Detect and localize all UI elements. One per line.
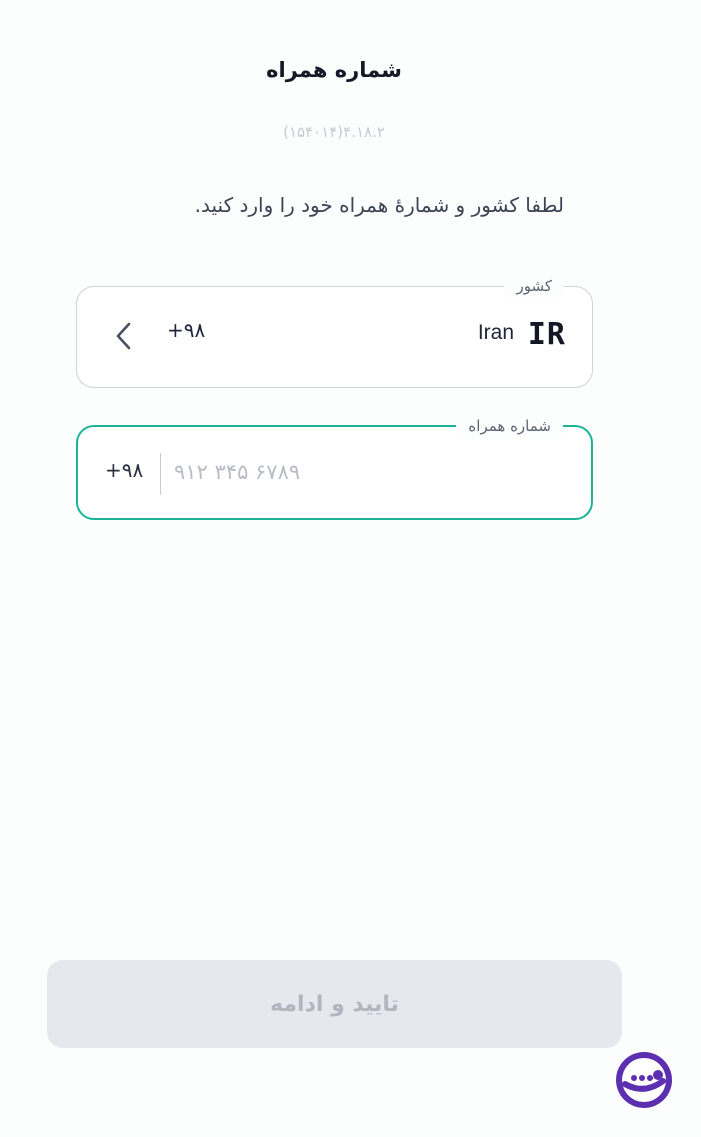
phone-field-label: شماره همراه — [456, 415, 563, 437]
country-dial-code: +۹۸ — [167, 318, 206, 342]
country-field-label: کشور — [504, 275, 564, 297]
brand-logo-icon — [616, 1052, 672, 1108]
prefix-divider — [160, 453, 161, 495]
phone-number-input[interactable] — [174, 449, 564, 495]
phone-prefix: +۹۸ — [105, 458, 144, 482]
confirm-continue-button[interactable]: تایید و ادامه — [47, 960, 622, 1048]
chevron-left-icon[interactable] — [113, 320, 135, 352]
app-version: ۴.۱۸.۲(۱۵۴۰۱۴) — [283, 123, 385, 141]
phone-number-field[interactable]: شماره همراه +۹۸ — [76, 415, 593, 520]
page-title: شماره همراه — [266, 58, 402, 82]
instruction-text: لطفا کشور و شمارهٔ همراه خود را وارد کنی… — [194, 193, 564, 217]
country-name: Iran — [477, 321, 514, 344]
country-iso-code: IR — [527, 317, 566, 352]
country-selector[interactable]: کشور +۹۸ Iran IR — [76, 275, 593, 388]
